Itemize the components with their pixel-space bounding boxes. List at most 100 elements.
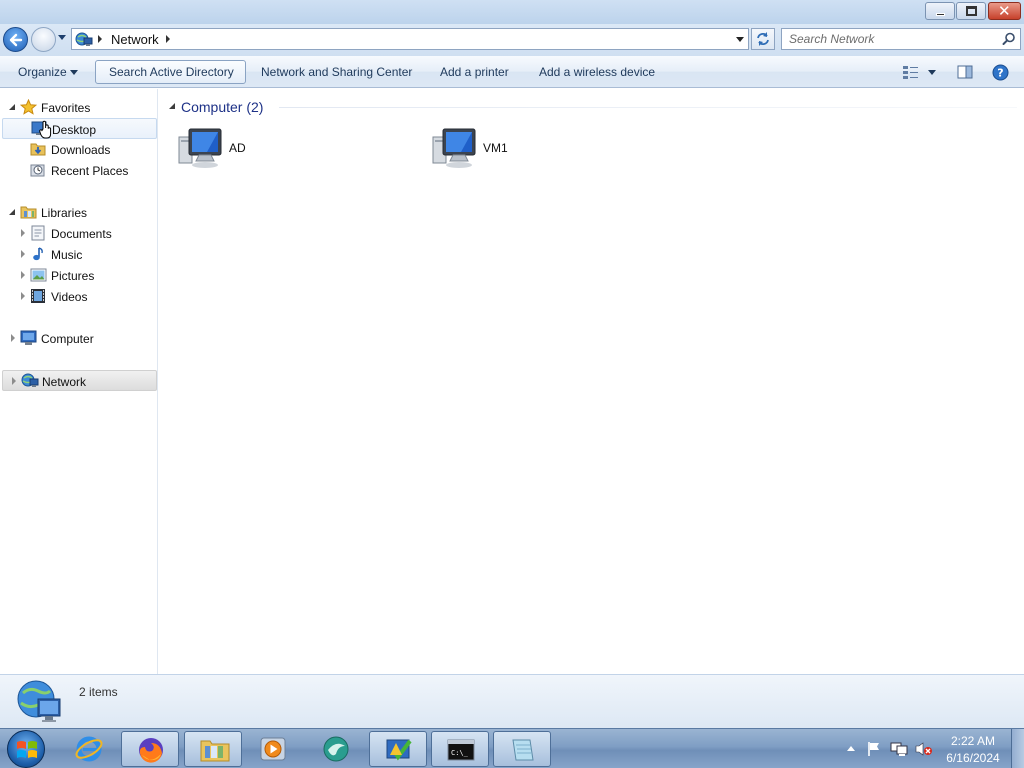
close-button[interactable]: ✕ [988,2,1021,20]
taskbar-app[interactable] [307,731,365,767]
collapsed-arrow-icon[interactable] [12,377,16,385]
organize-button[interactable]: Organize [18,65,67,79]
nav-desktop-label: Desktop [52,123,97,137]
show-desktop-button[interactable] [1011,729,1024,768]
restore-icon [966,6,977,16]
breadcrumb-separator-icon[interactable] [166,35,170,43]
start-button[interactable] [7,730,45,768]
windows-logo-icon [17,741,37,758]
app-icon [323,736,349,762]
close-icon: ✕ [998,2,1011,20]
taskbar-app[interactable] [369,731,427,767]
volume-muted-icon[interactable] [915,741,933,757]
svg-text:C:\_: C:\_ [451,749,469,757]
show-hidden-icons-icon[interactable] [847,746,855,751]
address-box[interactable]: Network [71,28,749,50]
taskbar-media-player[interactable] [244,731,302,767]
clock-date[interactable]: 6/16/2024 [944,751,1002,765]
minimize-button[interactable] [925,2,955,20]
search-active-directory-label[interactable]: Search Active Directory [109,65,234,79]
forward-button[interactable] [31,27,56,52]
back-button[interactable] [3,27,28,52]
group-header-computer[interactable]: Computer (2) [181,99,263,115]
network-computer-icon [178,128,222,168]
nav-favorites-label: Favorites [41,101,91,115]
chevron-down-icon[interactable] [70,70,78,75]
change-view-icon[interactable] [902,65,920,79]
nav-item-recent-places[interactable]: Recent Places [0,160,158,181]
command-prompt-icon: C:\_ [447,739,475,761]
computer-item-ad[interactable]: AD [177,125,407,173]
address-history-dropdown-icon[interactable] [736,37,744,42]
internet-explorer-icon [75,736,103,762]
refresh-button[interactable] [751,28,775,50]
recent-pages-dropdown[interactable] [58,35,66,40]
group-collapse-icon[interactable] [169,103,175,109]
preview-pane-icon[interactable] [957,64,973,80]
nav-videos-label: Videos [51,290,88,304]
network-computer-icon [432,128,476,168]
navigation-pane: Favorites Desktop Downloads Recent Place… [0,89,158,674]
hand-cursor-icon [39,120,52,139]
taskbar-internet-explorer[interactable] [60,731,118,767]
network-icon [75,32,93,46]
address-bar: Network [0,24,1024,56]
nav-network[interactable]: Network [2,370,157,391]
nav-libraries-label: Libraries [41,206,88,220]
nav-item-videos[interactable]: Videos [0,286,158,307]
nav-item-documents[interactable]: Documents [0,223,158,244]
help-icon[interactable]: ? [992,64,1009,81]
taskbar-windows-explorer[interactable] [184,731,242,767]
breadcrumb-separator-icon[interactable] [98,35,102,43]
taskbar-firefox[interactable] [121,731,179,767]
collapsed-arrow-icon[interactable] [21,292,25,300]
add-wireless-device-button[interactable]: Add a wireless device [539,65,655,79]
nav-item-desktop[interactable]: Desktop [2,118,157,139]
notepad-icon [512,739,534,761]
collapsed-arrow-icon[interactable] [21,271,25,279]
views-dropdown-icon[interactable] [928,70,936,75]
minimize-icon [936,13,945,16]
collapsed-arrow-icon[interactable] [21,229,25,237]
back-arrow-icon [9,33,23,47]
taskbar: C:\_ 2:22 AM 6/16/2024 [0,728,1024,768]
recent-places-icon [30,164,45,177]
add-printer-button[interactable]: Add a printer [440,65,509,79]
computer-item-vm1[interactable]: VM1 [431,125,661,173]
firefox-icon [139,738,163,763]
nav-item-pictures[interactable]: Pictures [0,265,158,286]
network-icon [21,373,39,387]
expanded-arrow-icon[interactable] [9,209,15,215]
app-icon [386,739,412,761]
nav-favorites[interactable]: Favorites [0,97,158,118]
star-icon [20,99,37,115]
network-globe-icon [17,680,61,722]
nav-item-music[interactable]: Music [0,244,158,265]
collapsed-arrow-icon[interactable] [21,250,25,258]
restore-button[interactable] [956,2,986,20]
expanded-arrow-icon[interactable] [9,104,15,110]
breadcrumb-network[interactable]: Network [111,32,159,47]
file-list: Computer (2) AD VM1 [159,89,1024,674]
nav-music-label: Music [51,248,83,262]
libraries-icon [20,206,37,219]
computer-name: AD [229,141,246,155]
collapsed-arrow-icon[interactable] [11,334,15,342]
network-sharing-center-button[interactable]: Network and Sharing Center [261,65,412,79]
action-center-flag-icon[interactable] [866,741,882,757]
videos-icon [31,289,45,303]
network-tray-icon[interactable] [890,741,908,757]
nav-computer-label: Computer [41,332,94,346]
pictures-icon [30,268,47,282]
downloads-folder-icon [30,143,46,156]
taskbar-notepad[interactable] [493,731,551,767]
nav-item-downloads[interactable]: Downloads [0,139,158,160]
nav-libraries[interactable]: Libraries [0,202,158,223]
search-icon[interactable] [1002,32,1016,46]
nav-computer[interactable]: Computer [0,328,158,349]
nav-pictures-label: Pictures [51,269,95,283]
media-player-icon [260,737,286,761]
clock-time[interactable]: 2:22 AM [944,734,1002,748]
search-input[interactable] [789,31,989,47]
taskbar-command-prompt[interactable]: C:\_ [431,731,489,767]
